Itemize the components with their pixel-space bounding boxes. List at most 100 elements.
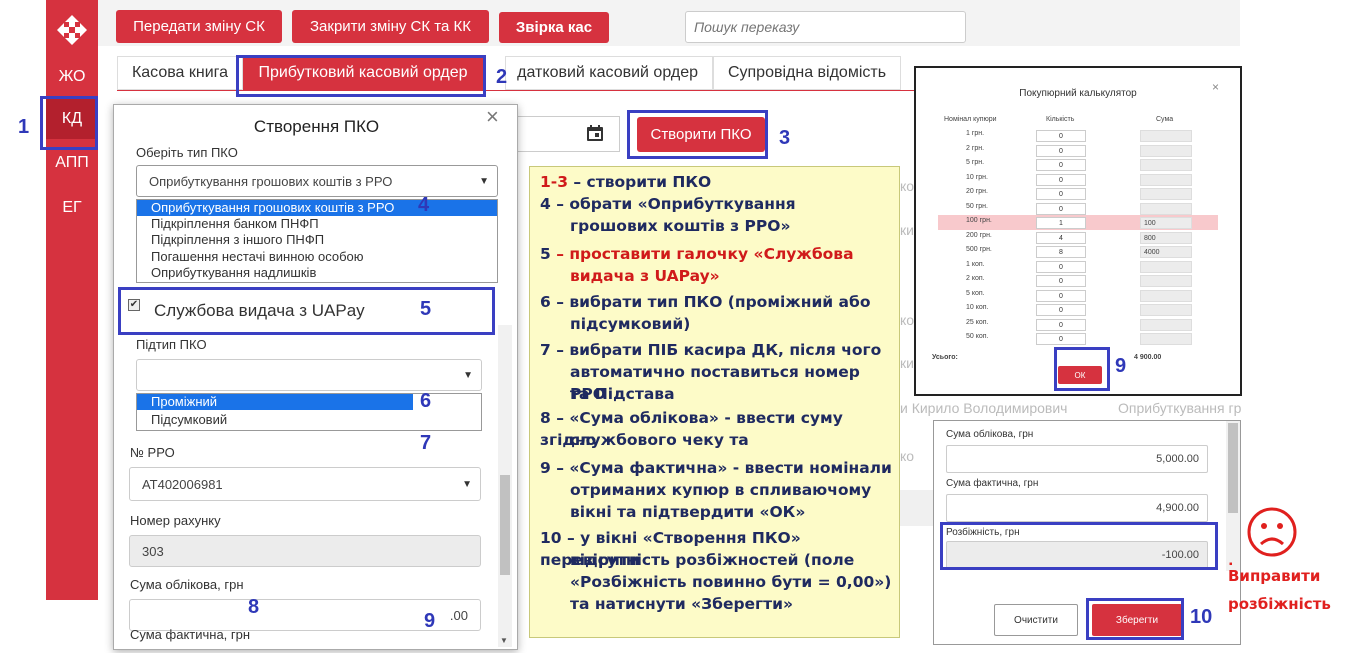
- calc-qty-input[interactable]: 0: [1036, 202, 1086, 215]
- calc-qty-input[interactable]: 0: [1036, 173, 1086, 186]
- rro-select[interactable]: АТ402006981 ▼: [129, 467, 481, 501]
- type-option[interactable]: Погашення нестачі винною особою: [137, 249, 497, 265]
- clear-button[interactable]: Очистити: [994, 604, 1078, 636]
- sidebar-item-label: ЖО: [58, 68, 86, 85]
- calc-qty-input[interactable]: 0: [1036, 275, 1086, 287]
- note-text: службового чеку та: [570, 431, 749, 449]
- bg-fragment: ки: [900, 355, 914, 371]
- note-text: – вибрати ПІБ касира ДК, після чого: [550, 341, 882, 359]
- sum-actual-label: Сума фактична, грн: [130, 627, 251, 642]
- caret-down-icon: ▼: [462, 478, 472, 490]
- close-icon[interactable]: ×: [1212, 80, 1219, 94]
- sidebar: ЖО КД АПП ЕГ: [46, 0, 98, 600]
- scrollbar-thumb[interactable]: [500, 475, 510, 575]
- reconcile-button[interactable]: Звірка кас: [499, 12, 609, 43]
- sidebar-item-eg[interactable]: ЕГ: [46, 188, 98, 228]
- note-text: грошових коштів з РРО»: [570, 217, 791, 235]
- calc-qty-input[interactable]: 8: [1036, 246, 1086, 258]
- scroll-down-icon[interactable]: ▼: [500, 636, 508, 645]
- calc-qty-input[interactable]: 0: [1036, 130, 1086, 142]
- close-icon[interactable]: ×: [486, 105, 499, 130]
- sidebar-item-zho[interactable]: ЖО: [46, 57, 98, 97]
- type-option[interactable]: Оприбуткування грошових коштів з РРО: [137, 200, 497, 216]
- calc-qty-input[interactable]: 0: [1036, 144, 1086, 157]
- marker-9-calc: 9: [1115, 355, 1127, 377]
- note-step: 6: [540, 293, 551, 311]
- subtype-option[interactable]: Підсумковий: [137, 412, 497, 428]
- calc-sum-field: [1140, 318, 1192, 331]
- calc-qty-input[interactable]: 0: [1036, 289, 1086, 302]
- marker-9: 9: [424, 610, 436, 632]
- bg-fragment: ко: [900, 312, 915, 328]
- calc-qty-input[interactable]: 0: [1036, 304, 1086, 316]
- calc-qty-input[interactable]: 0: [1036, 188, 1086, 200]
- calc-nominal: 2 коп.: [966, 275, 985, 282]
- note-text: відсутність розбіжностей (поле: [570, 551, 855, 569]
- highlight-checkbox: [118, 287, 495, 335]
- calc-qty-input[interactable]: 4: [1036, 231, 1086, 244]
- type-option[interactable]: Оприбуткування надлишків: [137, 265, 497, 281]
- calc-qty-input[interactable]: 0: [1036, 159, 1086, 171]
- subtype-select[interactable]: ▼: [136, 359, 482, 391]
- caret-down-icon: ▼: [463, 369, 473, 381]
- marker-1: 1: [18, 116, 30, 138]
- calc-nominal: 20 грн.: [966, 188, 988, 195]
- total-label: Усього:: [932, 354, 958, 361]
- tab-label: датковий касовий ордер: [517, 64, 698, 81]
- note-text: підсумковий): [570, 315, 691, 333]
- calc-sum-field: 4000: [1140, 246, 1192, 258]
- note-text: «Розбіжність повинно бути = 0,00»): [570, 573, 892, 591]
- summary-scrollbar[interactable]: [1226, 421, 1240, 571]
- type-option[interactable]: Підкріплення банком ПНФП: [137, 216, 497, 232]
- book-sum-field[interactable]: 5,000.00: [946, 445, 1208, 473]
- calc-qty-input[interactable]: 1: [1036, 217, 1086, 229]
- marker-10: 10: [1190, 606, 1213, 628]
- date-input[interactable]: [515, 116, 620, 152]
- calc-qty-input[interactable]: 0: [1036, 260, 1086, 273]
- note-text: – створити ПКО: [568, 173, 712, 191]
- calc-sum-field: [1140, 130, 1192, 142]
- marker-7: 7: [420, 432, 432, 454]
- bg-fragment: ко: [900, 448, 915, 464]
- actual-sum-field[interactable]: 4,900.00: [946, 494, 1208, 522]
- book-sum-label: Сума облікова, грн: [946, 429, 1034, 440]
- scrollbar-thumb[interactable]: [1228, 423, 1238, 513]
- note-step: 5: [540, 245, 551, 263]
- account-field: 303: [129, 535, 481, 567]
- calc-qty-input[interactable]: 0: [1036, 333, 1086, 345]
- note-step: 9: [540, 459, 551, 477]
- sidebar-item-label: АПП: [55, 154, 89, 171]
- note-text: вікні та підтвердити «ОК»: [570, 503, 806, 521]
- type-select[interactable]: Оприбуткування грошових коштів з РРО ▼: [136, 165, 498, 197]
- bg-order-type: Оприбуткування гр: [1118, 400, 1242, 416]
- instructions-panel: 1-3 – створити ПКО 4 – обрати «Оприбутку…: [529, 166, 900, 638]
- close-shift-button[interactable]: Закрити зміну СК та КК: [292, 10, 489, 43]
- modal-scrollbar[interactable]: ▼: [498, 325, 512, 647]
- search-input[interactable]: [685, 11, 966, 43]
- sum-book-label: Сума облікова, грн: [130, 577, 244, 592]
- tab-cash-book[interactable]: Касова книга: [117, 56, 243, 90]
- calc-nominal: 1 грн.: [966, 130, 985, 137]
- note-step: 7: [540, 341, 551, 359]
- calc-sum-field: [1140, 289, 1192, 302]
- calc-sum-field: [1140, 188, 1192, 200]
- sum-book-value: .00: [449, 607, 468, 623]
- calculator-title: Покупюрний калькулятор: [1019, 88, 1137, 99]
- calc-nominal: 50 грн.: [966, 202, 988, 210]
- highlight-create: [627, 110, 768, 159]
- sidebar-item-label: ЕГ: [62, 199, 82, 216]
- tab-accompanying-list[interactable]: Супровідна відомість: [713, 56, 901, 90]
- type-option[interactable]: Підкріплення з іншого ПНФП: [137, 232, 497, 248]
- marker-8: 8: [248, 596, 260, 618]
- tab-expense-order[interactable]: датковий касовий ордер: [505, 56, 713, 90]
- type-select-value: Оприбуткування грошових коштів з РРО: [149, 173, 393, 189]
- calc-nominal: 200 грн.: [966, 231, 992, 239]
- calc-qty-input[interactable]: 0: [1036, 318, 1086, 331]
- calc-sum-field: 100: [1140, 217, 1192, 229]
- calendar-icon[interactable]: [586, 124, 604, 142]
- transfer-shift-button[interactable]: Передати зміну СК: [116, 10, 282, 43]
- col-nominal: Номінал купюри: [944, 116, 997, 123]
- marker-5: 5: [420, 298, 432, 320]
- subtype-option[interactable]: Проміжний: [137, 394, 413, 410]
- account-label: Номер рахунку: [130, 513, 221, 528]
